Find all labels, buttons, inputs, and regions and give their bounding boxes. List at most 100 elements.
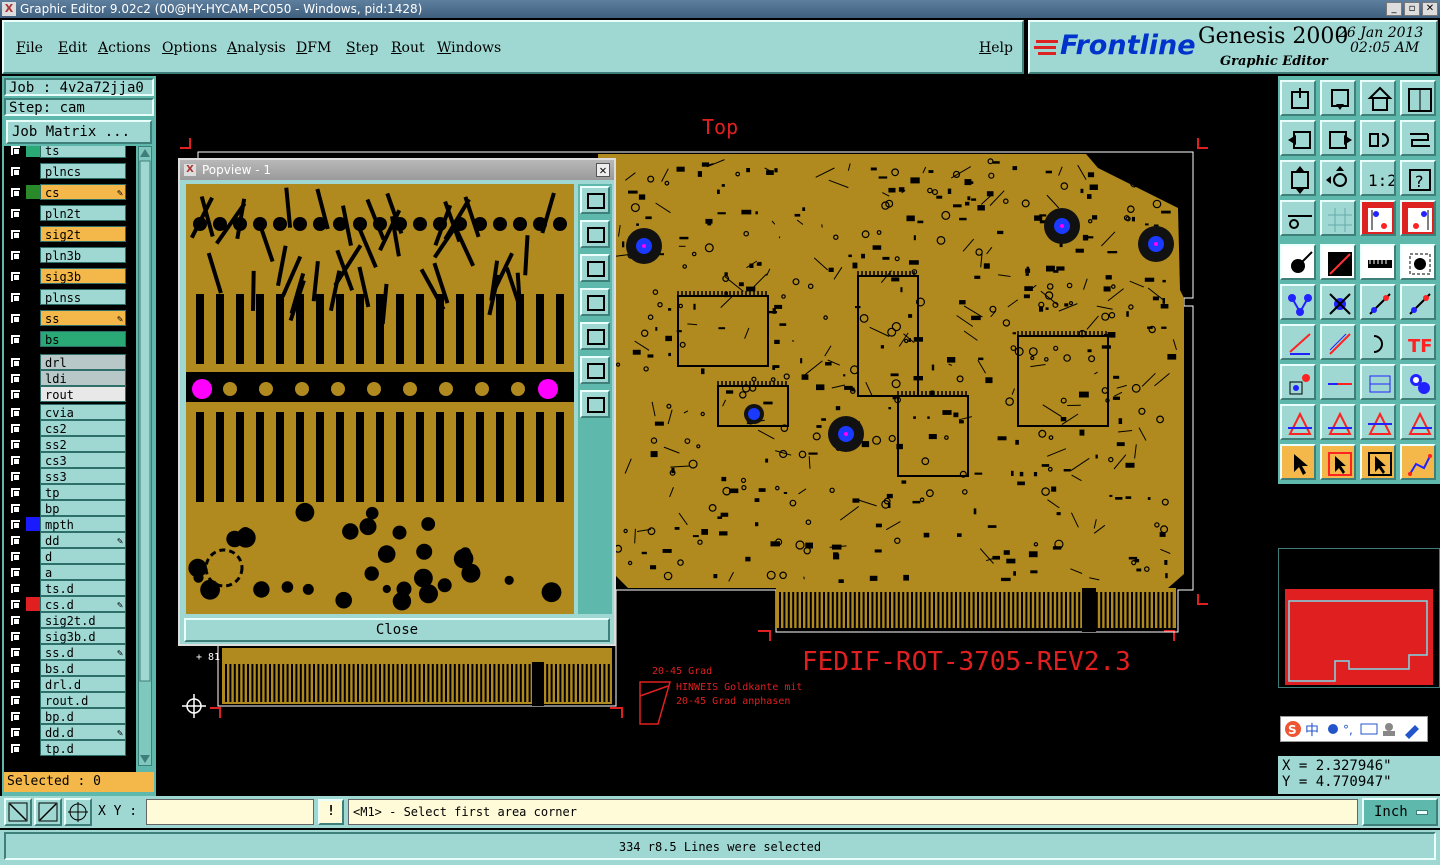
layer-row-bs[interactable]: bs [4, 331, 136, 347]
layer-compare-icon[interactable] [1360, 200, 1396, 236]
layer-name[interactable]: a [40, 564, 126, 580]
layer-swap-icon[interactable] [1400, 200, 1436, 236]
layer-display-checkbox[interactable] [10, 567, 21, 578]
layer-color-swatch[interactable] [26, 371, 40, 385]
job-matrix-button[interactable]: Job Matrix ... [6, 120, 152, 144]
layer-display-checkbox[interactable] [10, 631, 21, 642]
layer-color-swatch[interactable] [26, 453, 40, 467]
layer-row-tp-d[interactable]: tp.d [4, 740, 136, 756]
layer-color-swatch[interactable] [26, 269, 40, 283]
layer-display-checkbox[interactable] [10, 615, 21, 626]
layer-name[interactable]: mpth [40, 516, 126, 532]
popview-zoom-out-icon[interactable] [580, 356, 610, 384]
layer-scrollbar[interactable] [138, 146, 152, 766]
layer-name[interactable]: d [40, 548, 126, 564]
open-step-icon[interactable] [1280, 80, 1316, 116]
layer-name[interactable]: bp [40, 500, 126, 516]
layer-row-bp-d[interactable]: bp.d [4, 708, 136, 724]
xy-input[interactable] [146, 799, 314, 825]
layer-display-checkbox[interactable] [10, 471, 21, 482]
layer-color-swatch[interactable] [26, 517, 40, 531]
layer-row-ss3[interactable]: ss3 [4, 468, 136, 484]
layer-row-cvia[interactable]: cvia [4, 404, 136, 420]
layer-display-checkbox[interactable] [10, 583, 21, 594]
layer-display-checkbox[interactable] [10, 663, 21, 674]
layer-color-swatch[interactable] [26, 629, 40, 643]
layer-name[interactable]: drl.d [40, 676, 126, 692]
layer-row-bp[interactable]: bp [4, 500, 136, 516]
layer-name[interactable]: sig3b [40, 268, 126, 284]
measure-icon[interactable] [34, 798, 62, 826]
layer-color-swatch[interactable] [26, 581, 40, 595]
triangle-a-icon[interactable] [1280, 404, 1316, 440]
menu-rout[interactable]: Rout [391, 40, 425, 56]
layer-name[interactable]: ss3 [40, 468, 126, 484]
zoom-center-icon[interactable] [1320, 160, 1356, 196]
layer-name[interactable]: rout.d [40, 692, 126, 708]
net-icon[interactable] [1400, 364, 1436, 400]
layer-display-checkbox[interactable] [10, 407, 21, 418]
popview-pan-left-icon[interactable] [580, 288, 610, 316]
menu-actions[interactable]: Actions [98, 40, 151, 56]
layer-color-swatch[interactable] [26, 332, 40, 346]
unit-selector[interactable]: Inch [1362, 798, 1438, 826]
layer-display-checkbox[interactable] [10, 357, 21, 368]
overview-map[interactable] [1278, 548, 1440, 688]
layer-color-swatch[interactable] [26, 549, 40, 563]
layer-color-swatch[interactable] [26, 741, 40, 755]
layer-name[interactable]: ss ✎ [40, 310, 126, 326]
line-snap-icon[interactable] [1400, 284, 1436, 320]
layer-display-checkbox[interactable] [10, 229, 21, 240]
menu-options[interactable]: Options [162, 40, 217, 56]
layer-display-checkbox[interactable] [10, 727, 21, 738]
ruler-icon[interactable] [1360, 244, 1396, 280]
layer-row-rout[interactable]: rout [4, 386, 136, 402]
delete-feature-icon[interactable] [1320, 244, 1356, 280]
select-net-icon[interactable] [1400, 444, 1436, 480]
layer-color-swatch[interactable] [26, 597, 40, 611]
snap-settings-icon[interactable] [1280, 200, 1316, 236]
layer-color-swatch[interactable] [26, 613, 40, 627]
zoom-fit-icon[interactable] [1280, 160, 1316, 196]
zoom-area-icon[interactable] [4, 798, 32, 826]
popview-pan-right-icon[interactable] [580, 322, 610, 350]
layer-display-checkbox[interactable] [10, 599, 21, 610]
redraw-icon[interactable] [1360, 120, 1396, 156]
connect-pads-icon[interactable] [1280, 284, 1316, 320]
layer-display-checkbox[interactable] [10, 439, 21, 450]
layer-display-checkbox[interactable] [10, 679, 21, 690]
layer-row-ss-d[interactable]: ss.d ✎ [4, 644, 136, 660]
cross-select-icon[interactable] [1320, 284, 1356, 320]
layer-name[interactable]: ts.d [40, 580, 126, 596]
menu-step[interactable]: Step [346, 40, 378, 56]
layer-row-mpth[interactable]: mpth [4, 516, 136, 532]
layer-row-rout-d[interactable]: rout.d [4, 692, 136, 708]
layer-row-cs3[interactable]: cs3 [4, 452, 136, 468]
layer-name[interactable]: cs3 [40, 452, 126, 468]
layer-row-pln3b[interactable]: pln3b [4, 247, 136, 263]
layer-row-dd[interactable]: dd ✎ [4, 532, 136, 548]
layer-name[interactable]: pln2t [40, 205, 126, 221]
layer-row-ts[interactable]: ts [4, 146, 136, 158]
layer-color-swatch[interactable] [26, 709, 40, 723]
measure-gap-icon[interactable] [1360, 364, 1396, 400]
text-feature-icon[interactable]: TF [1400, 324, 1436, 360]
arc-icon[interactable] [1360, 324, 1396, 360]
layer-row-ldi[interactable]: ldi [4, 370, 136, 386]
layer-name[interactable]: sig2t.d [40, 612, 126, 628]
layer-color-swatch[interactable] [26, 725, 40, 739]
slope-line-icon[interactable] [1280, 324, 1316, 360]
layer-name[interactable]: bp.d [40, 708, 126, 724]
select-pointer-icon[interactable] [1280, 444, 1316, 480]
layer-display-checkbox[interactable] [10, 487, 21, 498]
layer-display-checkbox[interactable] [10, 208, 21, 219]
layer-name[interactable]: pln3b [40, 247, 126, 263]
select-rect-icon[interactable] [1320, 444, 1356, 480]
layer-row-drl[interactable]: drl [4, 354, 136, 370]
layer-display-checkbox[interactable] [10, 455, 21, 466]
layer-name[interactable]: sig2t [40, 226, 126, 242]
layer-display-checkbox[interactable] [10, 551, 21, 562]
layer-name[interactable]: cs2 [40, 420, 126, 436]
layer-display-checkbox[interactable] [10, 373, 21, 384]
layer-color-swatch[interactable] [26, 248, 40, 262]
